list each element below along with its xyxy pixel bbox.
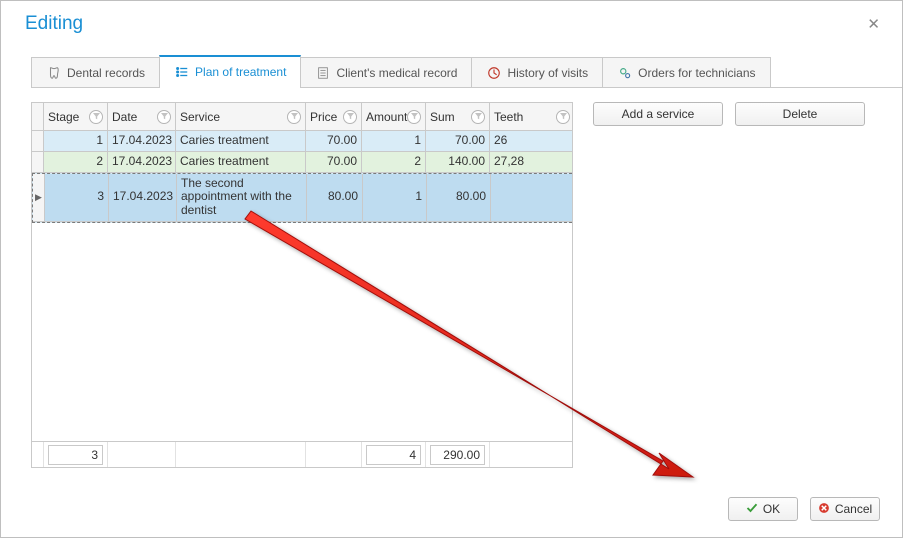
- cancel-label: Cancel: [835, 502, 872, 516]
- gears-icon: [617, 65, 632, 80]
- cell-date: 17.04.2023: [108, 152, 176, 173]
- tab-history-of-visits[interactable]: History of visits: [471, 57, 603, 87]
- tab-label: Orders for technicians: [638, 66, 755, 80]
- col-teeth[interactable]: Teeth: [494, 110, 523, 124]
- list-icon: [174, 65, 189, 80]
- delete-button[interactable]: Delete: [735, 102, 865, 126]
- table-row[interactable]: ▶ 3 17.04.2023 The second appointment wi…: [32, 173, 572, 223]
- grid-body: 1 17.04.2023 Caries treatment 70.00 1 70…: [32, 131, 572, 441]
- filter-icon[interactable]: [157, 110, 171, 124]
- cell-date: 17.04.2023: [108, 131, 176, 152]
- cell-amount: 1: [363, 174, 427, 222]
- table-row[interactable]: 2 17.04.2023 Caries treatment 70.00 2 14…: [32, 152, 572, 173]
- cell-teeth: 27,28: [490, 152, 572, 173]
- cell-sum: 70.00: [426, 131, 490, 152]
- filter-icon[interactable]: [343, 110, 357, 124]
- cell-amount: 2: [362, 152, 426, 173]
- ok-button[interactable]: OK: [728, 497, 798, 521]
- footer-sum-total: 290.00: [430, 445, 485, 465]
- cell-stage: 3: [45, 174, 109, 222]
- table-row[interactable]: 1 17.04.2023 Caries treatment 70.00 1 70…: [32, 131, 572, 152]
- cell-stage: 1: [44, 131, 108, 152]
- col-sum[interactable]: Sum: [430, 110, 455, 124]
- filter-icon[interactable]: [471, 110, 485, 124]
- cell-service: The second appointment with the dentist: [177, 174, 307, 222]
- filter-icon[interactable]: [556, 110, 570, 124]
- tab-plan-of-treatment[interactable]: Plan of treatment: [159, 55, 301, 87]
- cancel-button[interactable]: Cancel: [810, 497, 880, 521]
- cell-sum: 80.00: [427, 174, 491, 222]
- close-icon[interactable]: ✕: [863, 11, 884, 37]
- col-price[interactable]: Price: [310, 110, 337, 124]
- check-icon: [746, 502, 758, 517]
- side-buttons: Add a service Delete: [593, 102, 865, 468]
- col-service[interactable]: Service: [180, 110, 220, 124]
- tab-label: History of visits: [507, 66, 588, 80]
- dialog-header: Editing ✕: [1, 1, 902, 43]
- col-amount[interactable]: Amount: [366, 110, 407, 124]
- filter-icon[interactable]: [89, 110, 103, 124]
- cell-amount: 1: [362, 131, 426, 152]
- document-icon: [315, 65, 330, 80]
- cell-price: 70.00: [306, 131, 362, 152]
- filter-icon[interactable]: [287, 110, 301, 124]
- grid-header: Stage Date Service Price Amount Sum Teet…: [32, 103, 572, 131]
- tab-label: Dental records: [67, 66, 145, 80]
- tooth-icon: [46, 65, 61, 80]
- footer-amount-total: 4: [366, 445, 421, 465]
- cell-sum: 140.00: [426, 152, 490, 173]
- cell-teeth: [491, 174, 572, 222]
- tab-dental-records[interactable]: Dental records: [31, 57, 160, 87]
- tabs: Dental records Plan of treatment Client'…: [31, 57, 902, 88]
- cancel-icon: [818, 502, 830, 517]
- cell-service: Caries treatment: [176, 131, 306, 152]
- cell-price: 70.00: [306, 152, 362, 173]
- ok-label: OK: [763, 502, 780, 516]
- dialog-footer: OK Cancel: [728, 497, 880, 521]
- tab-label: Client's medical record: [336, 66, 457, 80]
- history-icon: [486, 65, 501, 80]
- editing-dialog: Editing ✕ Dental records Plan of treatme…: [0, 0, 903, 538]
- dialog-title: Editing: [25, 13, 83, 35]
- cell-date: 17.04.2023: [109, 174, 177, 222]
- add-service-button[interactable]: Add a service: [593, 102, 723, 126]
- tab-medical-record[interactable]: Client's medical record: [300, 57, 472, 87]
- row-indicator-icon: ▶: [33, 174, 45, 222]
- cell-service: Caries treatment: [176, 152, 306, 173]
- treatment-grid[interactable]: Stage Date Service Price Amount Sum Teet…: [31, 102, 573, 468]
- cell-stage: 2: [44, 152, 108, 173]
- cell-price: 80.00: [307, 174, 363, 222]
- col-date[interactable]: Date: [112, 110, 137, 124]
- tab-label: Plan of treatment: [195, 65, 286, 79]
- grid-footer: 3 4 290.00: [32, 441, 572, 467]
- col-stage[interactable]: Stage: [48, 110, 79, 124]
- tab-content: Stage Date Service Price Amount Sum Teet…: [1, 88, 902, 468]
- cell-teeth: 26: [490, 131, 572, 152]
- tab-orders-for-technicians[interactable]: Orders for technicians: [602, 57, 770, 87]
- footer-stage-total: 3: [48, 445, 103, 465]
- filter-icon[interactable]: [407, 110, 421, 124]
